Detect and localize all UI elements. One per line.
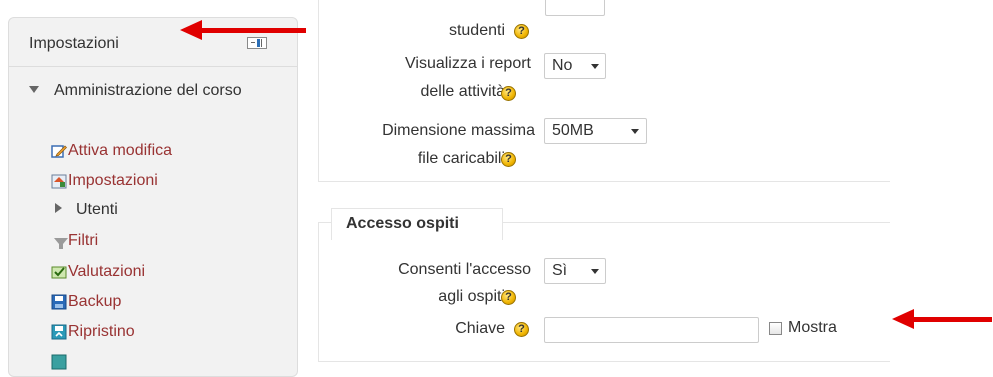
- guest-section-title: Accesso ospiti: [346, 215, 459, 232]
- annotation-arrow-left-icon: [180, 20, 202, 40]
- sidebar-item-ripristino[interactable]: Ripristino: [68, 323, 135, 341]
- grades-icon: [51, 266, 67, 279]
- chevron-down-icon: [631, 129, 639, 134]
- edit-icon: [51, 145, 67, 158]
- max-upload-select[interactable]: 50MB: [544, 118, 647, 144]
- fieldset-border: [318, 0, 319, 181]
- help-icon[interactable]: ?: [501, 290, 516, 305]
- guest-key-input[interactable]: [544, 317, 759, 343]
- studenti-label: studenti: [448, 22, 505, 39]
- collapsed-arrow-icon[interactable]: [55, 203, 62, 213]
- chevron-down-icon: [591, 64, 599, 69]
- import-icon: [51, 354, 67, 370]
- fieldset-divider: [318, 181, 890, 182]
- show-key-label[interactable]: Mostra: [788, 319, 837, 337]
- annotation-arrow-left-icon: [892, 309, 914, 329]
- settings-icon: [51, 174, 67, 189]
- activity-reports-label-2: delle attività: [420, 83, 506, 100]
- activity-reports-select[interactable]: No: [544, 53, 606, 79]
- help-icon[interactable]: ?: [514, 322, 529, 337]
- restore-icon: [51, 324, 67, 340]
- activity-reports-value: No: [552, 57, 573, 74]
- show-key-checkbox[interactable]: [769, 322, 782, 335]
- settings-block-title: Impostazioni: [29, 35, 119, 52]
- sidebar-item-valutazioni[interactable]: Valutazioni: [68, 263, 145, 281]
- allow-guest-label-2: agli ospiti: [438, 288, 505, 305]
- course-admin-node[interactable]: Amministrazione del corso: [54, 80, 274, 102]
- sidebar-item-backup[interactable]: Backup: [68, 293, 121, 311]
- guest-fieldset-bottom-line: [318, 361, 890, 362]
- allow-guest-value: Sì: [552, 262, 568, 279]
- max-upload-label-1: Dimensione massima: [382, 122, 535, 139]
- chevron-down-icon: [591, 269, 599, 274]
- sidebar-item-attiva-modifica[interactable]: Attiva modifica: [68, 142, 172, 160]
- dock-block-icon[interactable]: [247, 37, 267, 49]
- help-icon[interactable]: ?: [501, 86, 516, 101]
- sidebar-item-impostazioni[interactable]: Impostazioni: [68, 172, 158, 190]
- help-icon[interactable]: ?: [501, 152, 516, 167]
- max-upload-label-2: file caricabili: [417, 150, 505, 167]
- guest-section-legend[interactable]: Accesso ospiti: [331, 208, 503, 240]
- backup-icon: [51, 294, 67, 310]
- settings-block-header: Impostazioni: [9, 18, 297, 67]
- sidebar-item-utenti[interactable]: Utenti: [76, 199, 118, 221]
- allow-guest-label-1: Consenti l'accesso: [398, 261, 531, 278]
- max-upload-value: 50MB: [552, 122, 594, 139]
- allow-guest-select[interactable]: Sì: [544, 258, 606, 284]
- annotation-arrow-shaft-top: [198, 28, 306, 33]
- activity-reports-label-1: Visualizza i report: [405, 55, 531, 72]
- expanded-arrow-icon[interactable]: [29, 86, 39, 93]
- settings-block: Impostazioni Amministrazione del corso A…: [8, 17, 298, 377]
- guest-fieldset-border: [318, 222, 319, 362]
- filter-icon: [54, 238, 68, 249]
- annotation-arrow-shaft-bottom: [912, 317, 992, 322]
- guest-key-label: Chiave: [455, 320, 505, 337]
- partial-field[interactable]: [545, 0, 605, 16]
- sidebar-item-filtri[interactable]: Filtri: [68, 232, 98, 250]
- help-icon[interactable]: ?: [514, 24, 529, 39]
